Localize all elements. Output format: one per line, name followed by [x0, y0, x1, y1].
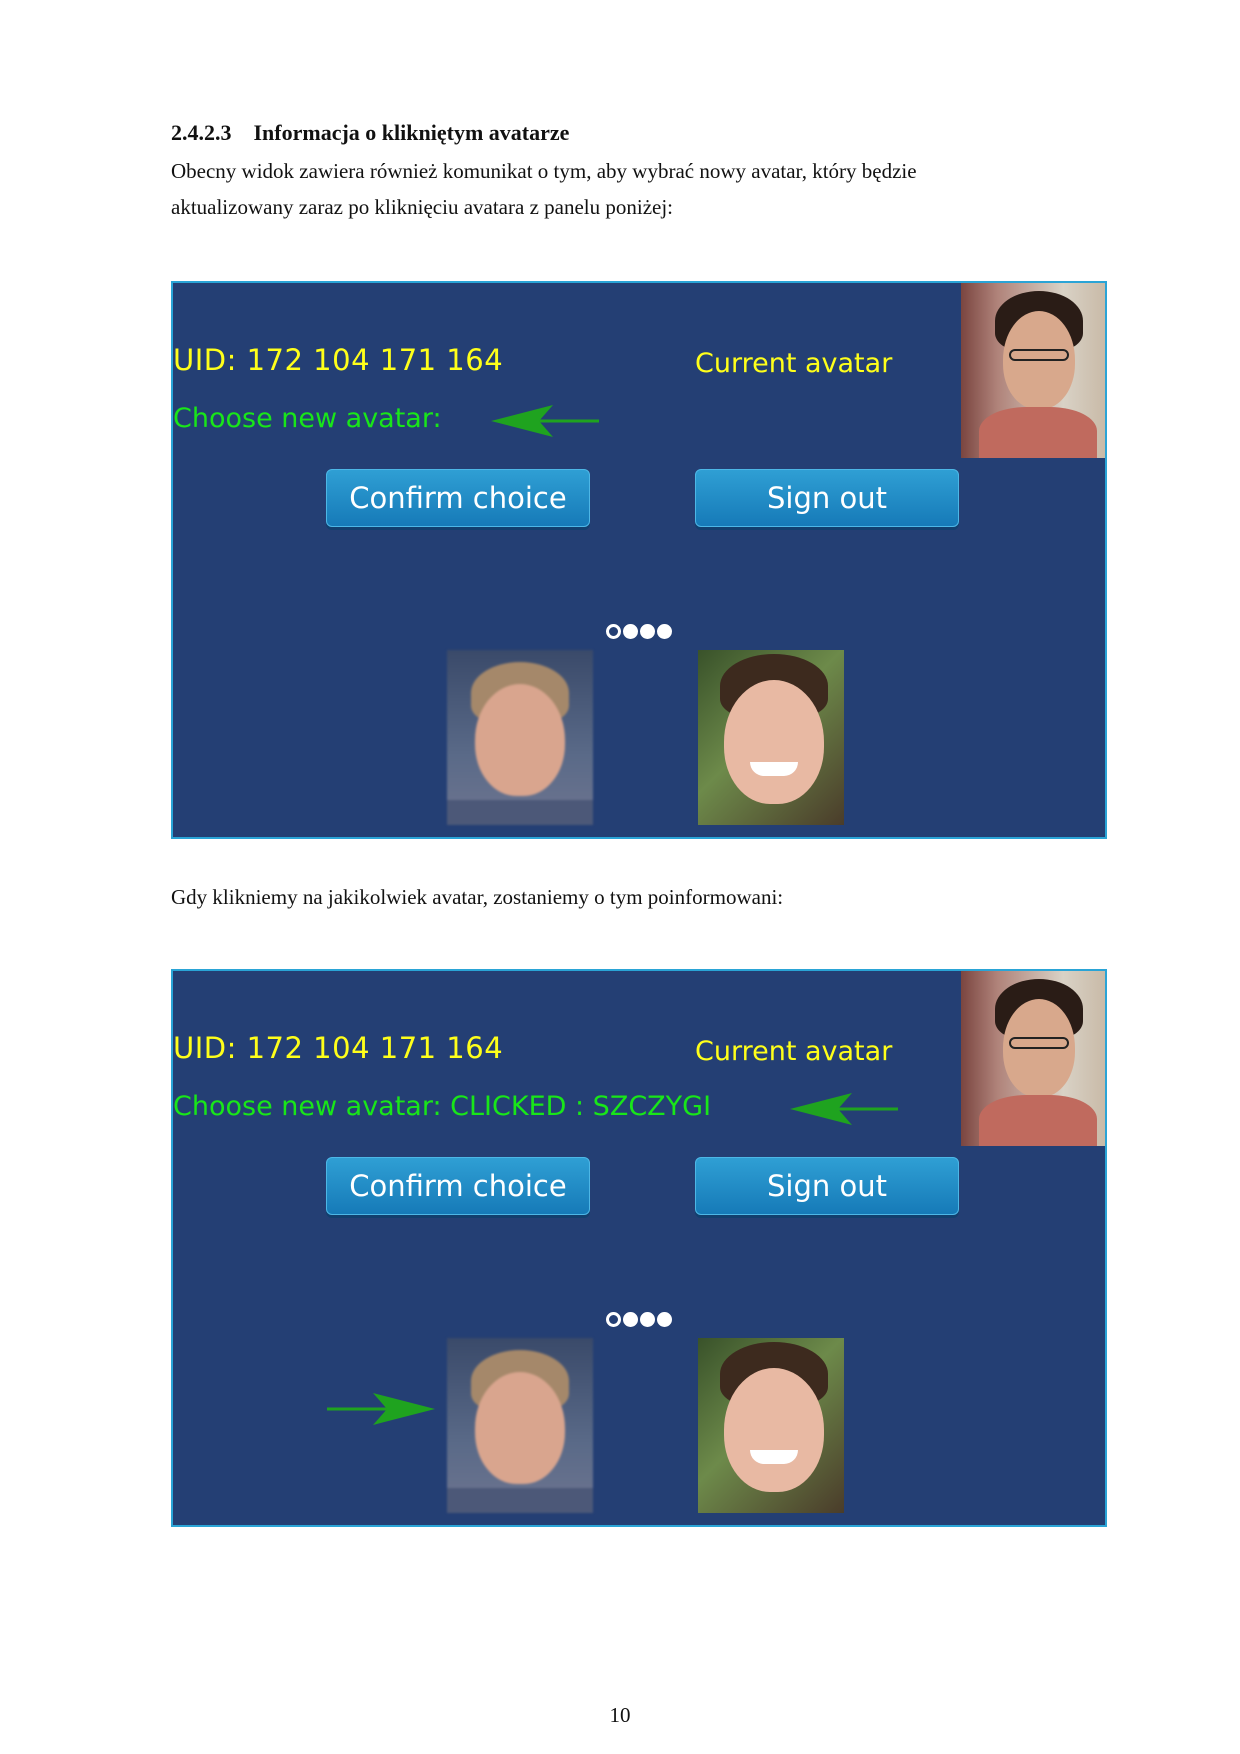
app-screenshot-clicked: UID: 172 104 171 164 Current avatar Choo…	[171, 969, 1107, 1527]
avatar-option-szczygi[interactable]	[447, 1338, 593, 1513]
section-title: Informacja o klikniętym avatarze	[253, 120, 570, 145]
arrow-right-icon	[327, 1393, 435, 1425]
section-number: 2.4.2.3	[171, 120, 232, 145]
pagination-dot[interactable]	[657, 1312, 672, 1327]
page-number: 10	[609, 1703, 631, 1727]
current-avatar-image	[961, 971, 1105, 1146]
sign-out-button[interactable]: Sign out	[695, 469, 959, 527]
pagination-dot[interactable]	[623, 1312, 638, 1327]
current-avatar-image	[961, 283, 1105, 458]
pagination-dot[interactable]	[606, 624, 621, 639]
choose-avatar-label: Choose new avatar: CLICKED : SZCZYGI	[173, 1091, 712, 1122]
arrow-left-icon	[491, 405, 599, 437]
paragraph-clicked: Gdy klikniemy na jakikolwiek avatar, zos…	[171, 885, 784, 909]
paragraph-intro: Obecny widok zawiera również komunikat o…	[171, 153, 1091, 225]
carousel-pagination[interactable]	[606, 1312, 672, 1327]
pagination-dot[interactable]	[623, 624, 638, 639]
arrow-left-icon	[790, 1093, 898, 1125]
paragraph-intro-line2: aktualizowany zaraz po kliknięciu avatar…	[171, 195, 674, 219]
uid-label: UID: 172 104 171 164	[173, 1031, 504, 1065]
current-avatar-label: Current avatar	[695, 1036, 893, 1067]
avatar-option[interactable]	[698, 650, 844, 825]
confirm-choice-button[interactable]: Confirm choice	[326, 469, 590, 527]
sign-out-button[interactable]: Sign out	[695, 1157, 959, 1215]
pagination-dot[interactable]	[606, 1312, 621, 1327]
pagination-dot[interactable]	[640, 1312, 655, 1327]
paragraph-intro-line1: Obecny widok zawiera również komunikat o…	[171, 159, 917, 183]
pagination-dot[interactable]	[640, 624, 655, 639]
current-avatar-label: Current avatar	[695, 348, 893, 379]
uid-label: UID: 172 104 171 164	[173, 343, 504, 377]
avatar-option[interactable]	[698, 1338, 844, 1513]
carousel-pagination[interactable]	[606, 624, 672, 639]
app-screenshot-initial: UID: 172 104 171 164 Current avatar Choo…	[171, 281, 1107, 839]
avatar-option-szczygi[interactable]	[447, 650, 593, 825]
pagination-dot[interactable]	[657, 624, 672, 639]
choose-avatar-label: Choose new avatar:	[173, 403, 442, 434]
confirm-choice-button[interactable]: Confirm choice	[326, 1157, 590, 1215]
section-heading: 2.4.2.3 Informacja o klikniętym avatarze	[171, 120, 569, 146]
